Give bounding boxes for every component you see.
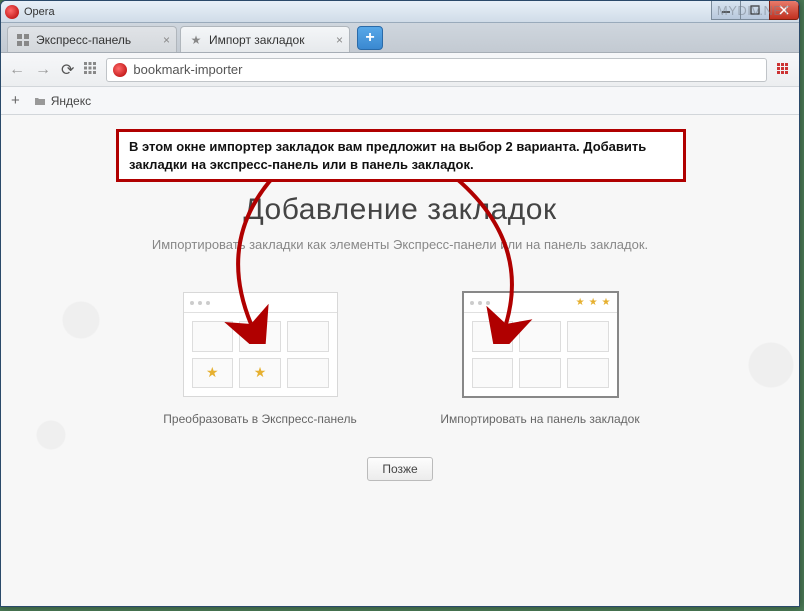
- tab-speed-dial[interactable]: Экспресс-панель ×: [7, 26, 177, 52]
- tab-strip: Экспресс-панель × ★ Импорт закладок × +: [1, 23, 799, 53]
- star-icon: ★: [589, 297, 598, 308]
- tab-close-icon[interactable]: ×: [163, 33, 170, 47]
- window-titlebar[interactable]: Opera: [1, 1, 799, 23]
- page-subheading: Импортировать закладки как элементы Эксп…: [1, 237, 799, 252]
- back-button[interactable]: ←: [9, 61, 25, 79]
- star-icon: ★: [254, 364, 267, 381]
- bookmark-label: Яндекс: [51, 94, 91, 108]
- option-thumbnail: ★ ★ ★: [463, 292, 618, 397]
- option-speed-dial[interactable]: ★ ★ Преобразовать в Экспресс-панель: [160, 292, 360, 427]
- reload-button[interactable]: ⟳: [61, 60, 74, 80]
- bookmarks-bar: + Яндекс: [1, 87, 799, 115]
- option-bookmarks-bar[interactable]: ★ ★ ★ Импортировать на панель закладок: [440, 292, 640, 427]
- option-label: Импортировать на панель закладок: [440, 411, 639, 427]
- speed-dial-button[interactable]: [84, 61, 96, 79]
- folder-icon: [34, 95, 46, 107]
- tab-label: Экспресс-панель: [36, 33, 131, 47]
- import-options: ★ ★ Преобразовать в Экспресс-панель ★ ★ …: [1, 292, 799, 427]
- later-button[interactable]: Позже: [367, 457, 432, 481]
- opera-icon: [113, 63, 127, 77]
- forward-button[interactable]: →: [35, 61, 51, 79]
- new-tab-button[interactable]: +: [357, 26, 383, 50]
- url-text: bookmark-importer: [133, 62, 242, 77]
- tab-bookmarks-import[interactable]: ★ Импорт закладок ×: [180, 26, 350, 52]
- tab-label: Импорт закладок: [209, 33, 304, 47]
- page-heading: Добавление закладок: [1, 193, 799, 227]
- star-icon: ★: [189, 33, 203, 47]
- address-bar: ← → ⟳ bookmark-importer: [1, 53, 799, 87]
- page-content: Добавление закладок Импортировать заклад…: [1, 115, 799, 606]
- bookmark-item-yandex[interactable]: Яндекс: [34, 94, 91, 108]
- opera-icon: [5, 5, 19, 19]
- option-thumbnail: ★ ★: [183, 292, 338, 397]
- browser-window: Opera Экспресс-панель × ★ Импорт закладо…: [0, 0, 800, 607]
- app-title: Opera: [24, 6, 55, 18]
- add-bookmark-button[interactable]: +: [11, 92, 20, 109]
- annotation-box: В этом окне импортер закладок вам предло…: [116, 129, 686, 182]
- tab-close-icon[interactable]: ×: [336, 33, 343, 47]
- grid-icon: [16, 33, 30, 47]
- star-icon: ★: [576, 297, 585, 308]
- option-label: Преобразовать в Экспресс-панель: [163, 411, 356, 427]
- extensions-button[interactable]: [777, 63, 791, 77]
- watermark: MYDIV.NET: [717, 3, 791, 18]
- url-input[interactable]: bookmark-importer: [106, 58, 767, 82]
- star-icon: ★: [602, 297, 611, 308]
- star-icon: ★: [206, 364, 219, 381]
